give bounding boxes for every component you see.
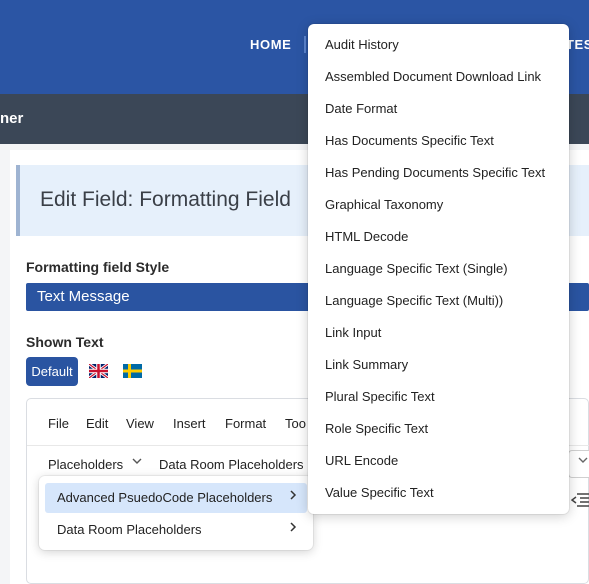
secondary-bar-title: ner <box>0 110 24 127</box>
menu-edit[interactable]: Edit <box>86 416 108 431</box>
placeholders-button[interactable]: Placeholders <box>48 457 123 472</box>
nav-link-partial[interactable]: TES <box>566 37 589 52</box>
submenu-item-has-pending-documents-text[interactable]: Has Pending Documents Specific Text <box>308 152 569 184</box>
menu-item-label: Data Room Placeholders <box>57 522 202 537</box>
chevron-right-icon <box>288 489 298 504</box>
menu-insert[interactable]: Insert <box>173 416 206 431</box>
chevron-down-icon[interactable] <box>577 454 589 469</box>
submenu-item-audit-history[interactable]: Audit History <box>308 24 569 56</box>
menu-file[interactable]: File <box>48 416 69 431</box>
submenu-item-link-summary[interactable]: Link Summary <box>308 344 569 376</box>
placeholders-menu: Advanced PsuedoCode Placeholders Data Ro… <box>39 476 313 550</box>
submenu-item-role-text[interactable]: Role Specific Text <box>308 408 569 440</box>
default-language-button[interactable]: Default <box>26 357 78 386</box>
submenu-item-url-encode[interactable]: URL Encode <box>308 440 569 472</box>
data-room-placeholders-button[interactable]: Data Room Placeholders <box>159 457 304 472</box>
outdent-icon[interactable] <box>570 492 589 513</box>
submenu-item-graphical-taxonomy[interactable]: Graphical Taxonomy <box>308 184 569 216</box>
menu-tools[interactable]: Too <box>285 416 306 431</box>
sweden-flag-icon[interactable] <box>123 364 142 378</box>
menu-view[interactable]: View <box>126 416 154 431</box>
uk-flag-icon[interactable] <box>89 364 108 378</box>
menu-item-data-room[interactable]: Data Room Placeholders <box>45 515 307 545</box>
submenu-item-assembled-document-link[interactable]: Assembled Document Download Link <box>308 56 569 88</box>
submenu-item-date-format[interactable]: Date Format <box>308 88 569 120</box>
advanced-pseudocode-submenu: Audit History Assembled Document Downloa… <box>308 24 569 514</box>
submenu-item-plural-text[interactable]: Plural Specific Text <box>308 376 569 408</box>
submenu-item-html-decode[interactable]: HTML Decode <box>308 216 569 248</box>
chevron-down-icon[interactable] <box>131 455 143 470</box>
formatting-style-label: Formatting field Style <box>26 259 170 275</box>
nav-home-link[interactable]: HOME <box>250 37 291 52</box>
menu-format[interactable]: Format <box>225 416 266 431</box>
submenu-item-has-documents-text[interactable]: Has Documents Specific Text <box>308 120 569 152</box>
menu-item-label: Advanced PsuedoCode Placeholders <box>57 490 273 505</box>
submenu-item-value-text[interactable]: Value Specific Text <box>308 472 569 504</box>
shown-text-label: Shown Text <box>26 334 104 350</box>
menu-item-advanced-pseudocode[interactable]: Advanced PsuedoCode Placeholders <box>45 483 307 513</box>
submenu-item-language-text-multi[interactable]: Language Specific Text (Multi)) <box>308 280 569 312</box>
submenu-item-language-text-single[interactable]: Language Specific Text (Single) <box>308 248 569 280</box>
nav-divider <box>304 36 306 53</box>
page-title: Edit Field: Formatting Field <box>40 188 291 211</box>
submenu-item-link-input[interactable]: Link Input <box>308 312 569 344</box>
chevron-right-icon <box>288 521 298 536</box>
